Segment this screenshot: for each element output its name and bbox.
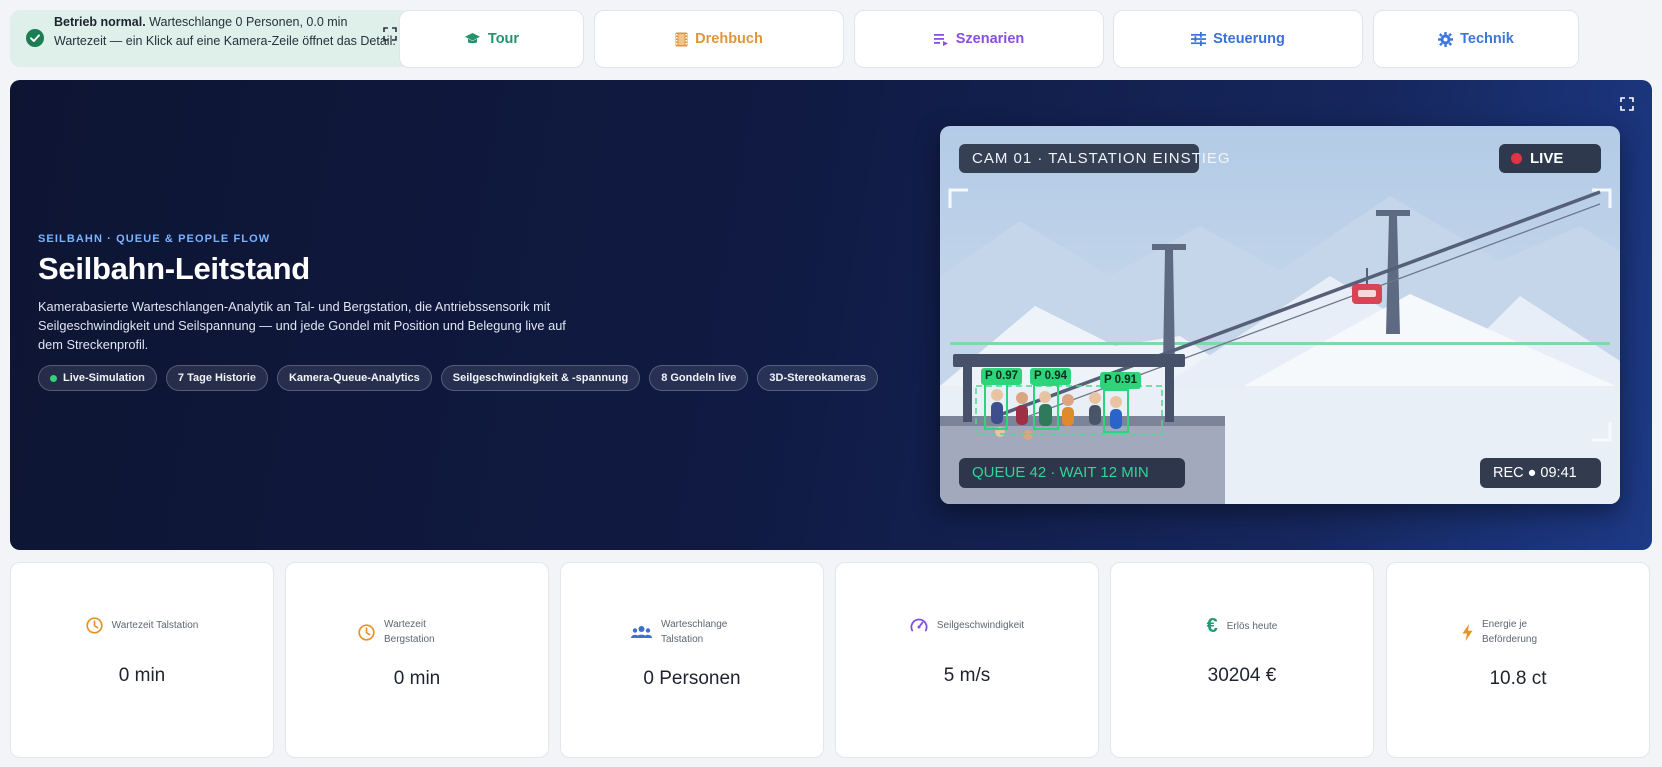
- film-icon: [675, 32, 688, 46]
- drehbuch-label: Drehbuch: [695, 31, 763, 47]
- kpi-label: Erlös heute: [1226, 620, 1278, 632]
- people-icon: [631, 626, 652, 638]
- chip-stereo-cameras: 3D-Stereokameras: [757, 365, 879, 391]
- hero-panel: SEILBAHN · QUEUE & PEOPLE FLOW Seilbahn-…: [10, 80, 1652, 550]
- detection-label: P 0.91: [1100, 372, 1142, 389]
- hero-eyebrow: SEILBAHN · QUEUE & PEOPLE FLOW: [38, 233, 271, 245]
- chip-gondolas: 8 Gondeln live: [649, 365, 749, 391]
- clock-icon: [358, 623, 375, 641]
- chip-rope-speed: Seilgeschwindigkeit & -spannung: [440, 365, 641, 391]
- sliders-icon: [1191, 32, 1207, 46]
- chip-label: 8 Gondeln live: [661, 372, 737, 384]
- kpi-card-wait-mountain[interactable]: Wartezeit Bergstation 0 min: [285, 562, 549, 758]
- check-circle-icon: [26, 29, 44, 47]
- recording-timecode: REC ● 09:41: [1480, 458, 1601, 488]
- kpi-card-rope-speed[interactable]: Seilgeschwindigkeit 5 m/s: [835, 562, 1099, 758]
- hero-text: SEILBAHN · QUEUE & PEOPLE FLOW Seilbahn-…: [38, 233, 879, 391]
- kpi-label: Energie je Beförderung: [1482, 619, 1538, 645]
- kpi-value: 5 m/s: [943, 665, 991, 686]
- szenarien-label: Szenarien: [955, 31, 1025, 47]
- speedometer-icon: [910, 618, 928, 632]
- queue-overlay: QUEUE 42 · WAIT 12 MIN: [959, 458, 1185, 488]
- record-dot-icon: [1511, 153, 1522, 164]
- kpi-value: 10.8 ct: [1489, 668, 1547, 689]
- live-label: LIVE: [1530, 150, 1564, 167]
- kpi-value: 0 min: [393, 668, 441, 689]
- kpi-value: 0 min: [118, 665, 166, 686]
- chip-label: 3D-Stereokameras: [769, 372, 867, 384]
- szenarien-button[interactable]: Szenarien: [854, 10, 1104, 68]
- kpi-card-revenue[interactable]: € Erlös heute 30204 €: [1110, 562, 1374, 758]
- kpi-label: Warteschlange Talstation: [661, 619, 728, 645]
- kpi-label: Wartezeit Talstation: [111, 620, 199, 631]
- kpi-label: Seilgeschwindigkeit: [936, 619, 1025, 631]
- kpi-value: 0 Personen: [643, 668, 741, 689]
- bolt-icon: [1462, 623, 1473, 641]
- camera-scene-illustration: [940, 126, 1620, 504]
- chip-live-simulation: Live-Simulation: [38, 365, 157, 391]
- chip-label: 7 Tage Historie: [177, 372, 256, 384]
- clock-icon: [85, 617, 103, 634]
- live-dot-icon: [50, 374, 57, 382]
- hero-description: Kamerabasierte Warteschlangen-Analytik a…: [38, 299, 566, 352]
- kpi-card-queue-valley[interactable]: Warteschlange Talstation 0 Personen: [560, 562, 824, 758]
- graduation-cap-icon: [464, 33, 480, 44]
- euro-icon: €: [1206, 615, 1218, 637]
- status-title: Betrieb normal.: [54, 15, 146, 29]
- kpi-label: Wartezeit Bergstation: [384, 619, 435, 645]
- kpi-card-wait-valley[interactable]: Wartezeit Talstation 0 min: [10, 562, 274, 758]
- kpi-card-energy[interactable]: Energie je Beförderung 10.8 ct: [1386, 562, 1650, 758]
- chip-label: Kamera-Queue-Analytics: [288, 372, 420, 384]
- detection-label: P 0.94: [1030, 368, 1072, 385]
- technik-button[interactable]: Technik: [1373, 10, 1579, 68]
- chip-label: Seilgeschwindigkeit & -spannung: [452, 372, 629, 384]
- gear-icon: [1438, 31, 1454, 47]
- status-banner: Betrieb normal. Warteschlange 0 Personen…: [10, 10, 411, 67]
- technik-label: Technik: [1460, 31, 1514, 47]
- fullscreen-icon[interactable]: [383, 27, 397, 41]
- tour-label: Tour: [487, 31, 520, 47]
- page-title: Seilbahn-Leitstand: [38, 251, 310, 286]
- chip-history: 7 Tage Historie: [165, 365, 268, 391]
- chip-queue-analytics: Kamera-Queue-Analytics: [276, 365, 432, 391]
- steuerung-button[interactable]: Steuerung: [1113, 10, 1363, 68]
- camera-preview[interactable]: P 0.97 P 0.94 P 0.91 CAM 01 · TALSTATION…: [940, 126, 1620, 504]
- steuerung-label: Steuerung: [1213, 31, 1285, 47]
- camera-title: CAM 01 · TALSTATION EINSTIEG: [959, 144, 1230, 173]
- top-bar: Betrieb normal. Warteschlange 0 Personen…: [10, 10, 1652, 68]
- live-badge: LIVE: [1499, 144, 1601, 173]
- playlist-icon: [933, 33, 948, 46]
- detection-label: P 0.97: [981, 368, 1023, 385]
- feature-chips: Live-Simulation 7 Tage Historie Kamera-Q…: [38, 365, 879, 391]
- drehbuch-button[interactable]: Drehbuch: [594, 10, 844, 68]
- tour-button[interactable]: Tour: [399, 10, 584, 68]
- chip-label: Live-Simulation: [63, 372, 145, 384]
- kpi-value: 30204 €: [1207, 665, 1277, 686]
- fullscreen-icon[interactable]: [1620, 97, 1634, 111]
